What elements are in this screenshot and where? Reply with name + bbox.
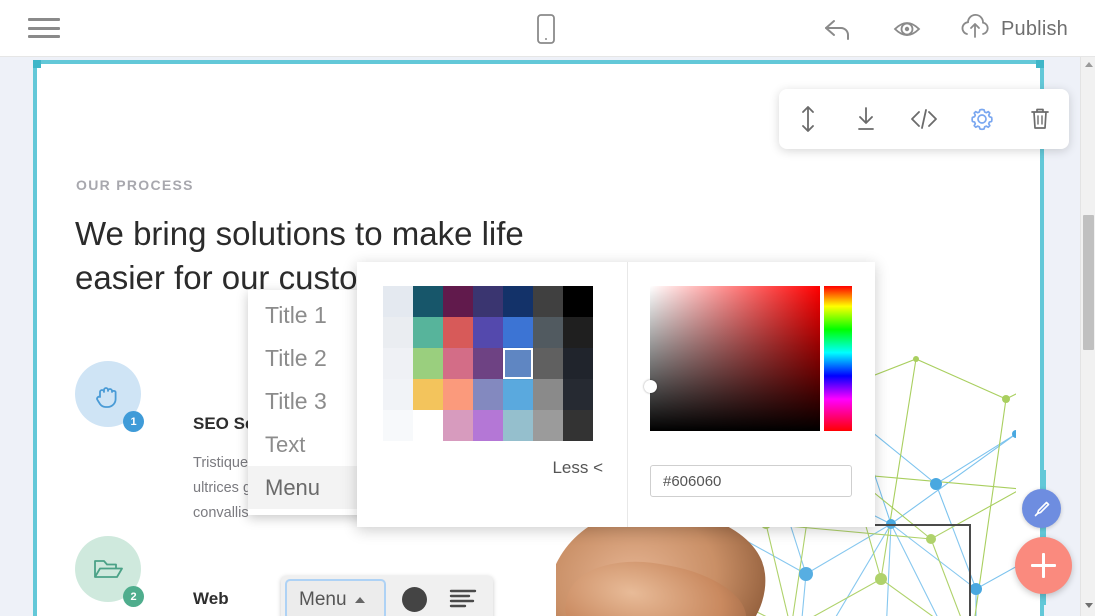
style-option-title-2[interactable]: Title 2 bbox=[248, 337, 368, 380]
color-swatch[interactable] bbox=[383, 379, 413, 410]
text-format-toolbar: Menu bbox=[281, 576, 493, 616]
color-swatch[interactable] bbox=[383, 317, 413, 348]
hamburger-bar bbox=[28, 35, 60, 38]
feature-badge: 2 bbox=[123, 586, 144, 607]
eye-preview-icon[interactable] bbox=[888, 14, 926, 44]
color-picker-popover: Less < #606060 bbox=[357, 262, 875, 527]
color-swatch[interactable] bbox=[443, 348, 473, 379]
less-toggle-link[interactable]: Less < bbox=[552, 458, 603, 478]
settings-gear-icon[interactable] bbox=[961, 98, 1003, 140]
headline-line-1: We bring solutions to make life bbox=[75, 212, 635, 256]
color-swatch[interactable] bbox=[563, 410, 593, 441]
color-swatch[interactable] bbox=[413, 379, 443, 410]
hamburger-icon[interactable] bbox=[28, 15, 60, 41]
style-editor-fab[interactable] bbox=[1022, 489, 1061, 528]
color-swatch[interactable] bbox=[533, 317, 563, 348]
color-swatch[interactable] bbox=[503, 317, 533, 348]
feature-title[interactable]: SEO Se bbox=[193, 414, 254, 434]
color-swatch[interactable] bbox=[473, 379, 503, 410]
paragraph-style-dropdown: Title 1 Title 2 Title 3 Text Menu bbox=[248, 290, 368, 515]
mobile-device-icon[interactable] bbox=[533, 13, 559, 45]
color-swatch[interactable] bbox=[383, 286, 413, 317]
hamburger-bar bbox=[28, 27, 60, 30]
folder-open-icon bbox=[90, 552, 126, 586]
vertical-scrollbar[interactable] bbox=[1080, 57, 1095, 616]
paintbrush-icon bbox=[1032, 499, 1052, 519]
saturation-value-square[interactable] bbox=[650, 286, 820, 431]
color-swatch[interactable] bbox=[563, 286, 593, 317]
website-builder-app: Publish bbox=[0, 0, 1095, 616]
custom-color-panel: #606060 bbox=[628, 262, 875, 527]
color-swatch[interactable] bbox=[503, 348, 533, 379]
color-swatch[interactable] bbox=[533, 286, 563, 317]
align-left-icon[interactable] bbox=[447, 588, 479, 611]
scrollbar-thumb[interactable] bbox=[1083, 215, 1094, 350]
cloud-upload-icon bbox=[958, 13, 992, 46]
color-swatch[interactable] bbox=[443, 317, 473, 348]
color-swatch[interactable] bbox=[533, 379, 563, 410]
style-option-menu[interactable]: Menu bbox=[248, 466, 368, 509]
color-swatch[interactable] bbox=[563, 379, 593, 410]
style-option-title-1[interactable]: Title 1 bbox=[248, 294, 368, 337]
feature-badge: 1 bbox=[123, 411, 144, 432]
style-option-title-3[interactable]: Title 3 bbox=[248, 380, 368, 423]
hand-grab-icon bbox=[91, 377, 125, 411]
section-eyebrow: OUR PROCESS bbox=[76, 177, 194, 193]
color-swatch[interactable] bbox=[503, 410, 533, 441]
add-element-fab[interactable] bbox=[1015, 537, 1072, 594]
color-swatch[interactable] bbox=[413, 410, 443, 441]
paragraph-style-select[interactable]: Menu bbox=[285, 579, 386, 616]
scroll-up-arrow-icon[interactable] bbox=[1085, 62, 1093, 67]
trash-icon[interactable] bbox=[1019, 98, 1061, 140]
code-icon[interactable] bbox=[903, 98, 945, 140]
color-swatch[interactable] bbox=[563, 348, 593, 379]
section-handle-top-left[interactable] bbox=[33, 60, 41, 68]
download-icon[interactable] bbox=[845, 98, 887, 140]
color-swatch[interactable] bbox=[473, 317, 503, 348]
saturation-value-handle[interactable] bbox=[644, 380, 657, 393]
color-swatch[interactable] bbox=[473, 410, 503, 441]
publish-button[interactable]: Publish bbox=[958, 12, 1068, 46]
color-swatch-panel: Less < bbox=[357, 262, 628, 527]
color-swatch[interactable] bbox=[383, 348, 413, 379]
color-swatch[interactable] bbox=[413, 286, 443, 317]
top-toolbar: Publish bbox=[0, 0, 1095, 57]
color-swatch[interactable] bbox=[413, 317, 443, 348]
color-swatch[interactable] bbox=[533, 348, 563, 379]
section-handle-top-right[interactable] bbox=[1036, 60, 1044, 68]
style-option-text[interactable]: Text bbox=[248, 423, 368, 466]
paragraph-style-value: Menu bbox=[299, 589, 347, 611]
color-swatch[interactable] bbox=[443, 410, 473, 441]
color-swatch[interactable] bbox=[383, 410, 413, 441]
color-swatch[interactable] bbox=[503, 286, 533, 317]
hamburger-bar bbox=[28, 18, 60, 21]
hex-color-input[interactable]: #606060 bbox=[650, 465, 852, 497]
color-swatch[interactable] bbox=[443, 379, 473, 410]
scroll-down-arrow-icon[interactable] bbox=[1085, 603, 1093, 608]
text-color-swatch[interactable] bbox=[402, 587, 427, 612]
element-toolbar bbox=[779, 89, 1069, 149]
move-vertical-icon[interactable] bbox=[787, 98, 829, 140]
color-swatch[interactable] bbox=[473, 348, 503, 379]
color-swatch[interactable] bbox=[473, 286, 503, 317]
color-swatch[interactable] bbox=[443, 286, 473, 317]
undo-arrow-icon[interactable] bbox=[820, 13, 854, 45]
hue-slider[interactable] bbox=[824, 286, 852, 431]
color-swatch-grid bbox=[383, 286, 593, 441]
color-swatch[interactable] bbox=[533, 410, 563, 441]
feature-title[interactable]: Web bbox=[193, 589, 229, 609]
caret-up-icon bbox=[355, 597, 365, 603]
publish-label: Publish bbox=[1001, 18, 1068, 41]
color-swatch[interactable] bbox=[503, 379, 533, 410]
color-swatch[interactable] bbox=[563, 317, 593, 348]
color-swatch[interactable] bbox=[413, 348, 443, 379]
